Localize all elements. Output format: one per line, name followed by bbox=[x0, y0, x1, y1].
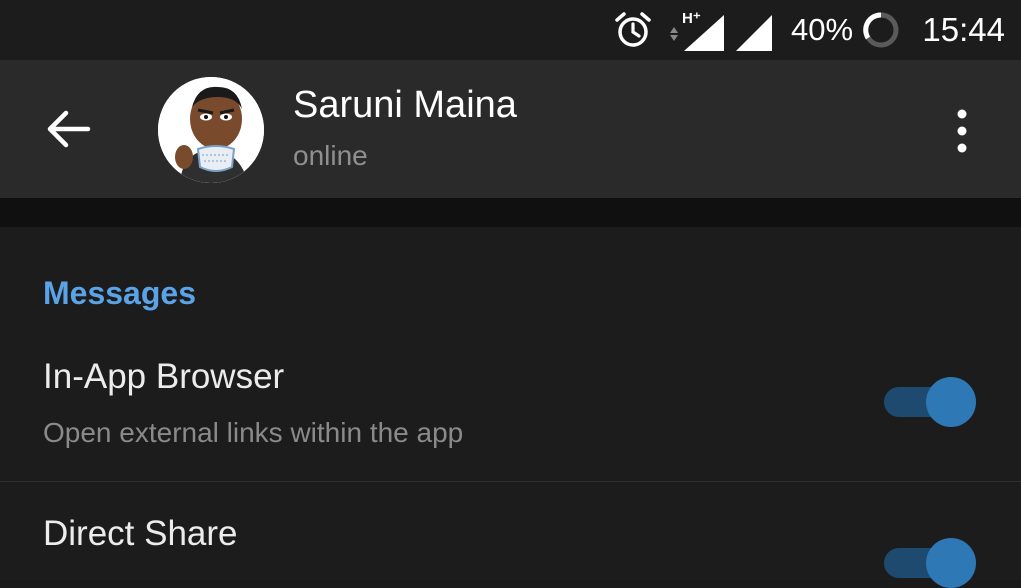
setting-in-app-browser[interactable]: In-App Browser Open external links withi… bbox=[0, 349, 1021, 481]
alarm-icon bbox=[612, 0, 654, 60]
setting-direct-share[interactable]: Direct Share bbox=[0, 482, 1021, 588]
svg-text:H⁺: H⁺ bbox=[682, 10, 701, 27]
contact-status: online bbox=[293, 140, 368, 171]
battery-circle-icon bbox=[860, 0, 902, 60]
setting-subtitle: Open external links within the app bbox=[43, 417, 464, 448]
cell-signal-icon bbox=[734, 0, 774, 60]
status-bar: H⁺ 40% 15:44 bbox=[0, 0, 1021, 60]
more-vert-icon bbox=[957, 109, 967, 153]
settings-list: Messages In-App Browser Open external li… bbox=[0, 227, 1021, 588]
setting-title: Direct Share bbox=[43, 514, 238, 553]
menu-button[interactable] bbox=[940, 104, 984, 158]
hplus-signal-icon: H⁺ bbox=[666, 0, 728, 60]
arrow-left-icon bbox=[47, 110, 91, 148]
avatar[interactable] bbox=[158, 77, 264, 183]
direct-share-toggle[interactable] bbox=[884, 538, 976, 588]
avatar-image bbox=[158, 77, 264, 183]
toggle-knob bbox=[926, 538, 976, 588]
back-button[interactable] bbox=[40, 106, 96, 152]
divider-band bbox=[0, 198, 1021, 227]
toggle-knob bbox=[926, 377, 976, 427]
in-app-browser-toggle[interactable] bbox=[884, 377, 976, 427]
battery-percent: 40% bbox=[791, 12, 854, 47]
section-header-messages: Messages bbox=[43, 275, 196, 311]
clock: 15:44 bbox=[922, 11, 1005, 48]
setting-title: In-App Browser bbox=[43, 357, 285, 396]
app-bar: Saruni Maina online bbox=[0, 60, 1021, 198]
contact-name: Saruni Maina bbox=[293, 84, 517, 126]
